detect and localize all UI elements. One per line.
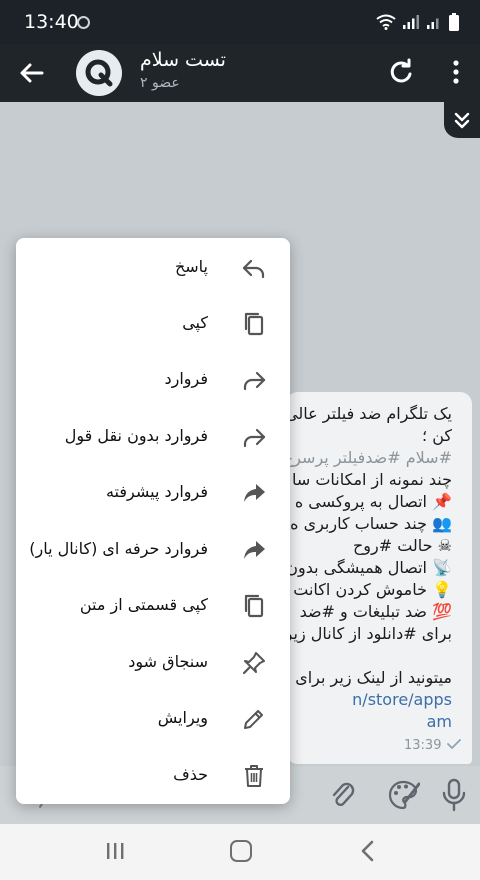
message-line: کن ؛ [422, 426, 452, 445]
more-vert-icon [453, 60, 459, 84]
menu-item-copy[interactable]: کپی [16, 296, 290, 352]
menu-item-copy-part[interactable]: کپی قسمتی از متن [16, 578, 290, 634]
wifi-icon [376, 14, 396, 30]
menu-item-label: فروارد حرفه ای (کانال یار) [29, 539, 208, 558]
double-chevron-down-icon [454, 112, 470, 129]
signal-icon-1 [403, 15, 419, 29]
forward-icon [243, 371, 266, 391]
message-bubble[interactable]: یک تلگرام ضد فیلتر عالی کن ؛ #سلام #ضدفی… [286, 392, 472, 764]
copy-icon [244, 312, 264, 336]
nav-back-icon[interactable] [358, 838, 378, 864]
chat-header: تست سلام ۲ عضو [0, 44, 480, 102]
message-line: میتونید از لینک زیر برای [295, 668, 452, 687]
menu-item-label: سنجاق شود [128, 652, 208, 671]
message-hashtag-line[interactable]: #سلام #ضدفیلتر پرسرع [286, 448, 452, 468]
microphone-icon [442, 778, 466, 812]
expand-panel-button[interactable] [444, 102, 480, 138]
menu-item-pro-forward[interactable]: فروارد حرفه ای (کانال یار) [16, 522, 290, 578]
app-logo-icon [85, 59, 113, 87]
chat-title[interactable]: تست سلام [140, 49, 226, 71]
message-line: 👥 چند حساب کاربری ه [290, 514, 452, 533]
forward-icon [243, 428, 266, 448]
pencil-icon [244, 710, 263, 729]
message-link[interactable]: n/store/apps [352, 690, 452, 710]
message-time: 13:39 [404, 738, 442, 753]
menu-item-delete[interactable]: حذف [16, 748, 290, 804]
sync-status-icon [77, 16, 90, 29]
status-bar: 13:40 [0, 0, 480, 44]
refresh-icon [390, 58, 412, 83]
signal-icon-2 [427, 18, 439, 29]
menu-item-label: فروارد پیشرفته [105, 482, 208, 501]
message-line: 💯 ضد تبلیغات و #ضد [299, 602, 452, 621]
status-time: 13:40 [24, 11, 79, 33]
pin-icon [242, 652, 265, 675]
message-line: 💡 خاموش کردن اکانت [293, 580, 452, 599]
message-line: چند نمونه از امکانات سا [291, 470, 452, 489]
message-line: 📌 اتصال به پروکسی ه [294, 492, 452, 511]
stickers-button[interactable] [386, 778, 420, 812]
menu-item-label: کپی [182, 313, 208, 332]
paperclip-icon [332, 782, 355, 807]
chat-avatar[interactable] [76, 50, 122, 96]
check-icon [447, 739, 461, 749]
message-line: یک تلگرام ضد فیلتر عالی [286, 404, 452, 423]
copy-icon [244, 594, 264, 618]
message-link[interactable]: am [427, 712, 452, 732]
menu-item-label: کپی قسمتی از متن [79, 595, 208, 614]
menu-item-forward[interactable]: فروارد [16, 352, 290, 408]
trash-icon [245, 765, 263, 787]
message-line: برای #دانلود از کانال زیر [286, 624, 452, 643]
message-context-menu: پاسخ کپی فروارد فروارد بدون نقل قول فروا… [16, 238, 290, 804]
forward-filled-icon [244, 541, 265, 559]
member-count: ۲ عضو [140, 75, 180, 91]
attach-button[interactable] [328, 778, 358, 812]
palette-icon [388, 780, 420, 810]
menu-item-label: ویرایش [157, 708, 208, 727]
refresh-button[interactable] [386, 57, 416, 87]
message-line: ☠ حالت #روح [352, 536, 452, 555]
forward-filled-icon [244, 484, 265, 502]
home-icon[interactable] [230, 840, 252, 862]
menu-item-label: فروارد بدون نقل قول [64, 426, 208, 445]
recent-apps-icon[interactable] [104, 840, 126, 862]
message-line: 📡 اتصال همیشگی بدون [286, 558, 452, 577]
menu-item-label: حذف [173, 765, 208, 784]
more-options-button[interactable] [444, 57, 468, 87]
status-icons [376, 10, 460, 34]
menu-item-reply[interactable]: پاسخ [16, 240, 290, 296]
menu-item-forward-no-quote[interactable]: فروارد بدون نقل قول [16, 409, 290, 465]
back-button[interactable] [16, 57, 48, 89]
reply-icon [242, 259, 265, 279]
battery-icon [449, 13, 459, 31]
menu-item-pin[interactable]: سنجاق شود [16, 635, 290, 691]
menu-item-label: پاسخ [174, 257, 208, 276]
arrow-left-icon [20, 63, 44, 83]
menu-item-label: فروارد [164, 369, 209, 388]
menu-item-advanced-forward[interactable]: فروارد پیشرفته [16, 465, 290, 521]
menu-item-edit[interactable]: ویرایش [16, 691, 290, 747]
microphone-button[interactable] [440, 777, 468, 813]
